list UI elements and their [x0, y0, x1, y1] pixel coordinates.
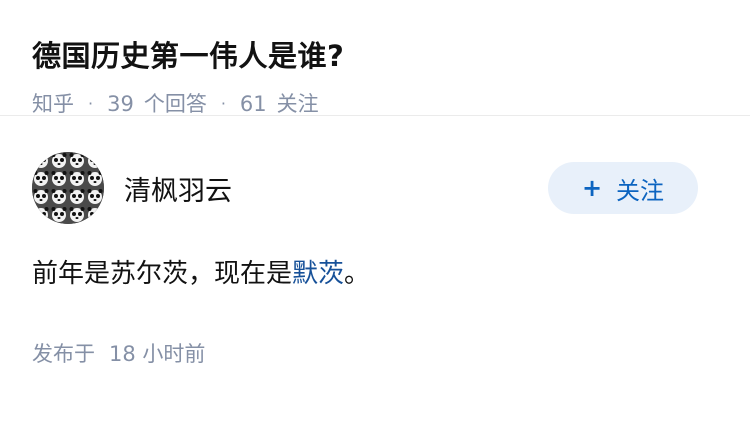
- author-row: 清枫羽云 + 关注: [32, 152, 718, 224]
- published-label: 发布于: [32, 342, 95, 366]
- answer-text: 前年是苏尔茨，现在是: [32, 259, 293, 289]
- panda-avatar-icon: [32, 152, 104, 224]
- author-name[interactable]: 清枫羽云: [124, 169, 548, 208]
- answer-content: 前年是苏尔茨，现在是默茨。: [32, 256, 718, 292]
- follow-button[interactable]: + 关注: [548, 162, 698, 214]
- follow-button-label: 关注: [616, 176, 665, 205]
- answer-link[interactable]: 默茨: [292, 259, 344, 289]
- site-name[interactable]: 知乎: [32, 90, 74, 118]
- follower-count: 61: [239, 92, 267, 116]
- meta-separator: ·: [220, 94, 226, 113]
- answer-text-suffix: 。: [344, 259, 371, 289]
- answer-count: 39: [107, 92, 134, 116]
- answer-count-label: 个回答: [143, 92, 207, 116]
- published-info: 发布于 18 小时前: [32, 338, 718, 368]
- follower-count-label: 关注: [276, 92, 319, 116]
- published-time[interactable]: 18 小时前: [109, 338, 205, 368]
- plus-icon: +: [581, 174, 603, 202]
- question-meta: 知乎 · 39 个回答 · 61 关注: [32, 90, 718, 118]
- meta-separator: ·: [88, 94, 94, 113]
- question-title[interactable]: 德国历史第一伟人是谁?: [32, 36, 718, 76]
- answer-card: 清枫羽云 + 关注 前年是苏尔茨，现在是默茨。 发布于 18 小时前: [0, 152, 750, 368]
- avatar[interactable]: [32, 152, 104, 224]
- question-header: 德国历史第一伟人是谁? 知乎 · 39 个回答 · 61 关注: [0, 0, 750, 116]
